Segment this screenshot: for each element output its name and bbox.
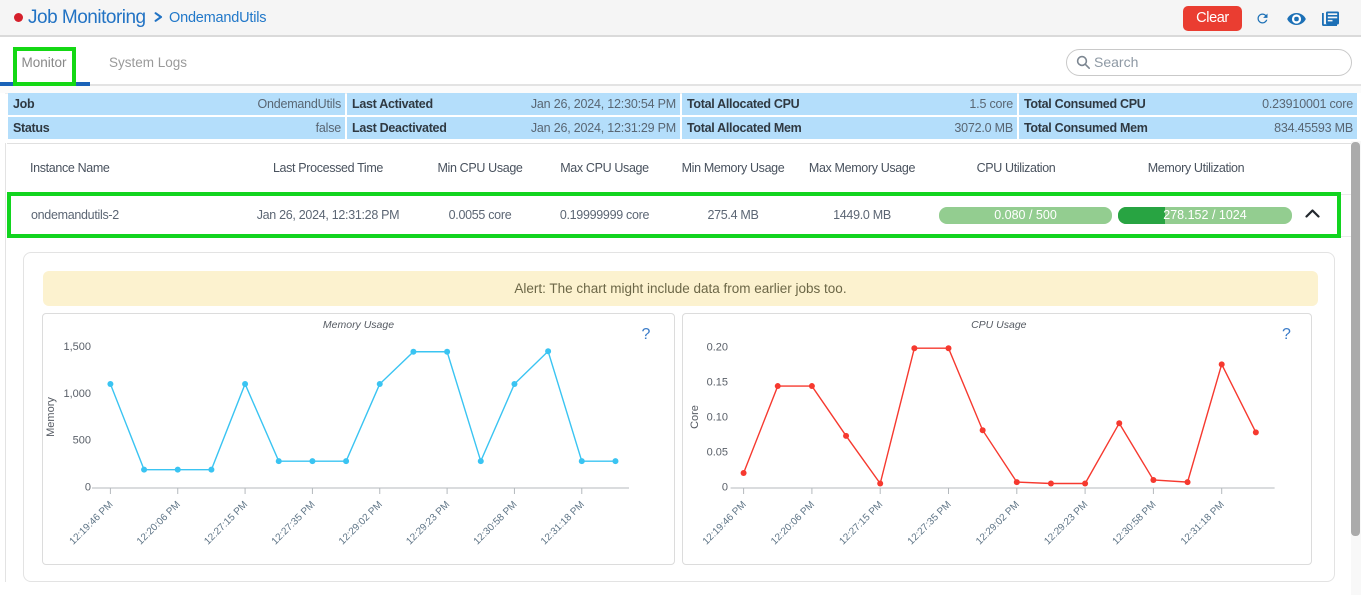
svg-text:12:29:23 PM: 12:29:23 PM [1042,499,1090,547]
svg-text:12:29:02 PM: 12:29:02 PM [337,499,385,547]
svg-text:12:27:35 PM: 12:27:35 PM [906,499,954,547]
svg-text:12:27:15 PM: 12:27:15 PM [837,499,885,547]
svg-text:Memory Usage: Memory Usage [323,319,394,331]
svg-text:12:29:23 PM: 12:29:23 PM [404,499,452,547]
svg-text:12:19:46 PM: 12:19:46 PM [701,499,749,547]
svg-text:12:20:06 PM: 12:20:06 PM [135,499,183,547]
svg-text:?: ? [642,326,651,343]
svg-text:12:30:58 PM: 12:30:58 PM [1111,499,1159,547]
svg-text:0: 0 [722,482,728,494]
svg-text:?: ? [1282,326,1291,343]
svg-text:Memory: Memory [45,397,57,437]
svg-text:0.10: 0.10 [707,411,728,423]
svg-text:Core: Core [689,405,701,429]
svg-text:1,500: 1,500 [63,341,91,353]
svg-text:12:27:15 PM: 12:27:15 PM [202,499,250,547]
svg-text:12:29:02 PM: 12:29:02 PM [974,499,1022,547]
svg-text:12:27:35 PM: 12:27:35 PM [270,499,318,547]
svg-text:12:19:46 PM: 12:19:46 PM [68,499,116,547]
svg-text:0.05: 0.05 [707,446,728,458]
svg-text:1,000: 1,000 [63,388,91,400]
svg-text:12:31:18 PM: 12:31:18 PM [1179,499,1227,547]
svg-text:12:31:18 PM: 12:31:18 PM [539,499,587,547]
svg-text:CPU Usage: CPU Usage [971,319,1027,331]
svg-text:12:20:06 PM: 12:20:06 PM [769,499,817,547]
svg-text:12:30:58 PM: 12:30:58 PM [472,499,520,547]
svg-text:0.15: 0.15 [707,376,728,388]
svg-text:500: 500 [73,435,91,447]
svg-text:0.20: 0.20 [707,341,728,353]
svg-text:0: 0 [85,482,91,494]
